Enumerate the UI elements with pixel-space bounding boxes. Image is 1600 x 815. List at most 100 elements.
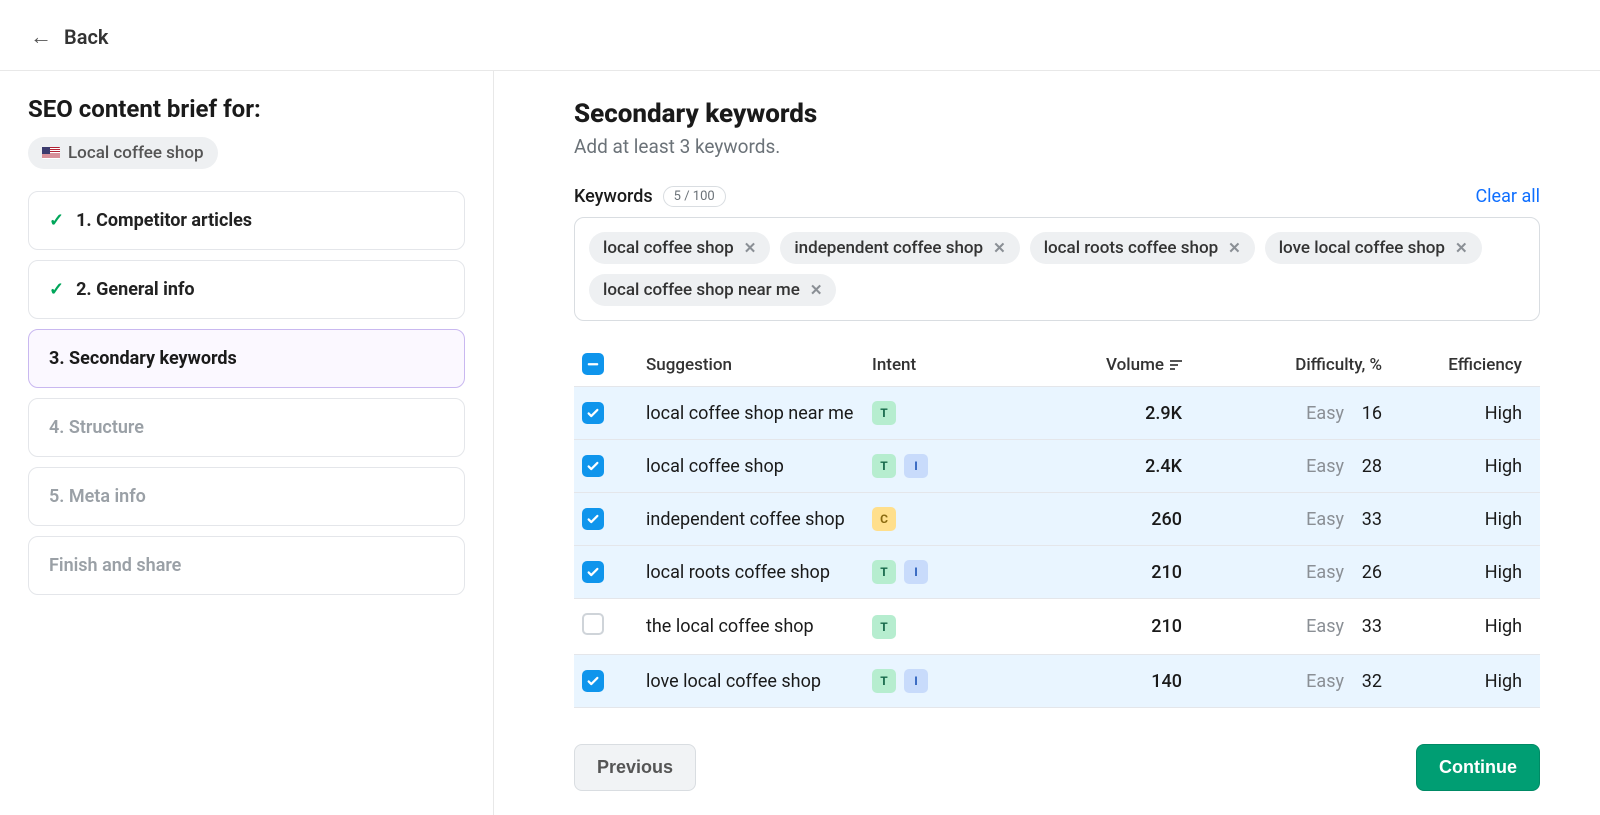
intent-badge: I bbox=[904, 560, 928, 584]
difficulty-value: 33 bbox=[1358, 509, 1382, 530]
suggestions-table: Suggestion Intent Volume Difficulty, % E… bbox=[574, 343, 1540, 708]
efficiency-cell: High bbox=[1392, 562, 1532, 583]
col-volume[interactable]: Volume bbox=[1032, 355, 1192, 375]
previous-button[interactable]: Previous bbox=[574, 744, 696, 791]
row-checkbox[interactable] bbox=[582, 561, 604, 583]
volume-cell: 210 bbox=[1032, 562, 1192, 583]
primary-keyword-label: Local coffee shop bbox=[68, 143, 204, 163]
select-all-checkbox[interactable] bbox=[582, 353, 604, 375]
table-header: Suggestion Intent Volume Difficulty, % E… bbox=[574, 343, 1540, 387]
intent-badge: C bbox=[872, 507, 896, 531]
clear-all-link[interactable]: Clear all bbox=[1475, 186, 1540, 207]
primary-keyword-chip[interactable]: Local coffee shop bbox=[28, 137, 218, 169]
remove-keyword-icon[interactable]: ✕ bbox=[1455, 239, 1468, 257]
us-flag-icon bbox=[42, 147, 60, 159]
step-item[interactable]: ✓ 1. Competitor articles bbox=[28, 191, 465, 250]
table-row: the local coffee shopT210Easy33High bbox=[574, 599, 1540, 655]
main-panel: Secondary keywords Add at least 3 keywor… bbox=[494, 71, 1600, 815]
keyword-pill-label: local roots coffee shop bbox=[1044, 238, 1218, 258]
efficiency-cell: High bbox=[1392, 456, 1532, 477]
intent-cell: T bbox=[872, 401, 1032, 425]
sort-desc-icon bbox=[1170, 360, 1182, 370]
volume-cell: 2.9K bbox=[1032, 403, 1192, 424]
difficulty-value: 26 bbox=[1358, 562, 1382, 583]
remove-keyword-icon[interactable]: ✕ bbox=[744, 239, 757, 257]
intent-cell: C bbox=[872, 507, 1032, 531]
efficiency-cell: High bbox=[1392, 671, 1532, 692]
step-item: 4. Structure bbox=[28, 398, 465, 457]
intent-cell: T bbox=[872, 615, 1032, 639]
page-heading: Secondary keywords bbox=[574, 99, 1540, 129]
intent-cell: TI bbox=[872, 669, 1032, 693]
step-label: 1. Competitor articles bbox=[76, 210, 252, 231]
intent-badge: T bbox=[872, 669, 896, 693]
remove-keyword-icon[interactable]: ✕ bbox=[1228, 239, 1241, 257]
row-checkbox[interactable] bbox=[582, 508, 604, 530]
volume-cell: 2.4K bbox=[1032, 456, 1192, 477]
col-suggestion[interactable]: Suggestion bbox=[632, 355, 872, 375]
intent-badge: T bbox=[872, 615, 896, 639]
check-icon: ✓ bbox=[49, 210, 64, 231]
difficulty-cell: Easy 33 bbox=[1192, 616, 1392, 637]
intent-badge: I bbox=[904, 669, 928, 693]
keyword-pill: local roots coffee shop ✕ bbox=[1030, 232, 1255, 264]
remove-keyword-icon[interactable]: ✕ bbox=[810, 281, 823, 299]
difficulty-cell: Easy16 bbox=[1192, 403, 1392, 424]
row-checkbox[interactable] bbox=[582, 613, 604, 635]
difficulty-value: 32 bbox=[1358, 671, 1382, 692]
col-difficulty[interactable]: Difficulty, % bbox=[1192, 355, 1392, 375]
keywords-label: Keywords bbox=[574, 186, 653, 207]
difficulty-value: 33 bbox=[1358, 616, 1382, 637]
difficulty-label: Easy bbox=[1306, 509, 1344, 530]
keyword-pill: independent coffee shop ✕ bbox=[780, 232, 1019, 264]
back-button[interactable]: ← Back bbox=[30, 24, 108, 50]
step-item[interactable]: ✓2. General info bbox=[28, 260, 465, 319]
brief-title: SEO content brief for: bbox=[28, 95, 465, 123]
step-label: 3. Secondary keywords bbox=[49, 348, 237, 369]
remove-keyword-icon[interactable]: ✕ bbox=[993, 239, 1006, 257]
keyword-pill-label: independent coffee shop bbox=[794, 238, 983, 258]
table-row: local coffee shopTI2.4KEasy28High bbox=[574, 440, 1540, 493]
difficulty-label: Easy bbox=[1306, 616, 1344, 637]
table-row: independent coffee shopC260Easy33High bbox=[574, 493, 1540, 546]
row-checkbox[interactable] bbox=[582, 455, 604, 477]
row-checkbox[interactable] bbox=[582, 402, 604, 424]
keyword-pill-label: love local coffee shop bbox=[1279, 238, 1445, 258]
efficiency-cell: High bbox=[1392, 509, 1532, 530]
keyword-pill: local coffee shop ✕ bbox=[589, 232, 770, 264]
table-row: local coffee shop near meT 2.9KEasy16High bbox=[574, 387, 1540, 440]
step-item: 5. Meta info bbox=[28, 467, 465, 526]
suggestion-cell: local coffee shop near me bbox=[632, 403, 872, 424]
volume-cell: 140 bbox=[1032, 671, 1192, 692]
intent-cell: TI bbox=[872, 454, 1032, 478]
keyword-pill-label: local coffee shop bbox=[603, 238, 734, 258]
row-checkbox[interactable] bbox=[582, 670, 604, 692]
step-item[interactable]: 3. Secondary keywords bbox=[28, 329, 465, 388]
efficiency-cell: High bbox=[1392, 403, 1532, 424]
back-label: Back bbox=[64, 25, 108, 49]
difficulty-label: Easy bbox=[1306, 456, 1344, 477]
col-efficiency[interactable]: Efficiency bbox=[1392, 355, 1532, 375]
volume-cell: 260 bbox=[1032, 509, 1192, 530]
keywords-counter: 5 / 100 bbox=[663, 186, 726, 207]
continue-button[interactable]: Continue bbox=[1416, 744, 1540, 791]
intent-badge: T bbox=[872, 401, 896, 425]
efficiency-cell: High bbox=[1392, 616, 1532, 637]
step-label: 5. Meta info bbox=[49, 486, 146, 507]
difficulty-value: 28 bbox=[1358, 456, 1382, 477]
selected-keywords-box: local coffee shop✕independent coffee sho… bbox=[574, 217, 1540, 321]
difficulty-label: Easy bbox=[1306, 403, 1344, 424]
intent-badge: T bbox=[872, 454, 896, 478]
difficulty-cell: Easy26 bbox=[1192, 562, 1392, 583]
sidebar: SEO content brief for: Local coffee shop… bbox=[0, 71, 494, 815]
step-label: 4. Structure bbox=[49, 417, 144, 438]
table-row: love local coffee shopTI140Easy32High bbox=[574, 655, 1540, 708]
table-row: local roots coffee shopTI210Easy26High bbox=[574, 546, 1540, 599]
col-intent[interactable]: Intent bbox=[872, 355, 1032, 375]
arrow-left-icon: ← bbox=[30, 24, 52, 50]
suggestion-cell: the local coffee shop bbox=[632, 616, 872, 637]
col-volume-label: Volume bbox=[1106, 355, 1164, 375]
intent-cell: TI bbox=[872, 560, 1032, 584]
difficulty-cell: Easy32 bbox=[1192, 671, 1392, 692]
suggestion-cell: local roots coffee shop bbox=[632, 562, 872, 583]
